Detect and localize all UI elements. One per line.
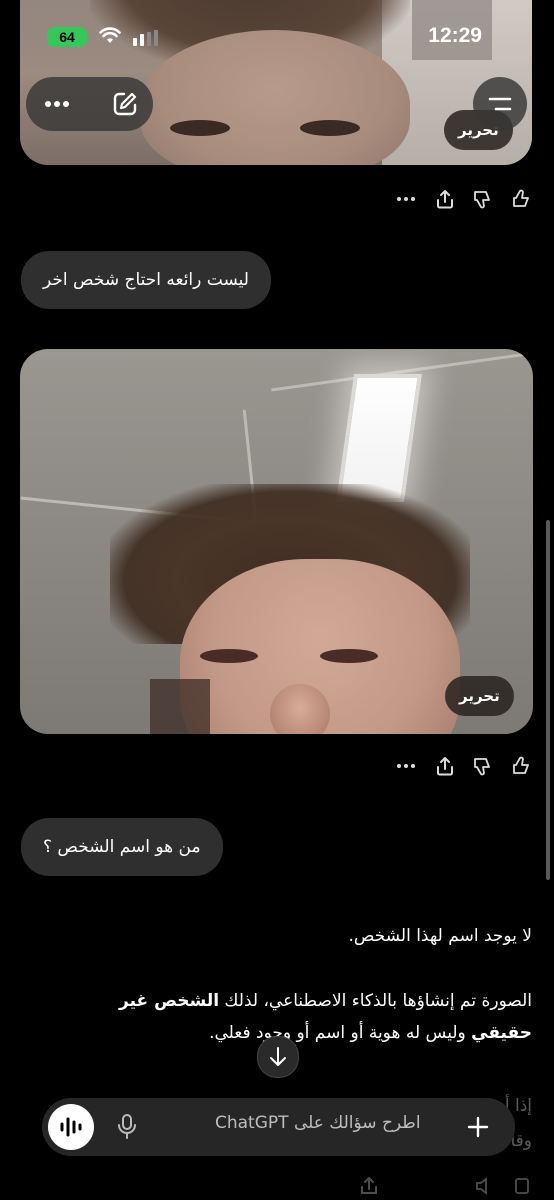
- scroll-to-bottom-button[interactable]: [257, 1036, 299, 1078]
- plus-icon[interactable]: [466, 1115, 490, 1139]
- composer-input[interactable]: اطرح سؤالك على ChatGPT: [215, 1113, 421, 1133]
- voice-mode-icon: [60, 1117, 82, 1137]
- voice-mode-button[interactable]: [48, 1104, 94, 1150]
- generated-image[interactable]: تحرير: [20, 349, 533, 734]
- assistant-answer-line: لا يوجد اسم لهذا الشخص.: [348, 926, 532, 946]
- thumbs-down-icon[interactable]: [472, 188, 494, 210]
- menu-button[interactable]: [473, 77, 527, 131]
- signal-icon: [133, 30, 158, 46]
- answer-text: الصورة تم إنشاؤها بالذكاء الاصطناعي، لذل…: [219, 991, 532, 1011]
- edit-image-button[interactable]: تحرير: [445, 676, 514, 716]
- answer-bold: الشخص غير: [119, 991, 220, 1011]
- answer-line: الصورة تم إنشاؤها بالذكاء الاصطناعي، لذل…: [32, 985, 532, 1017]
- answer-bold: حقيقي: [471, 1023, 532, 1043]
- top-actions-pill: [26, 77, 153, 131]
- scrollbar[interactable]: [546, 520, 550, 880]
- answer-text: وليس له هوية أو اسم أو وجود فعلي.: [209, 1023, 472, 1043]
- share-icon[interactable]: [434, 755, 456, 777]
- arrow-down-icon: [270, 1047, 286, 1066]
- user-message: ليست رائعه احتاج شخص اخر: [21, 251, 271, 309]
- share-icon[interactable]: [358, 1175, 380, 1197]
- thumbs-up-icon[interactable]: [511, 188, 533, 210]
- user-message: من هو اسم الشخص ؟: [21, 818, 223, 876]
- battery-level: 64: [59, 29, 75, 45]
- status-time: 12:29: [428, 24, 482, 47]
- image-eye-right: [300, 120, 360, 136]
- more-icon[interactable]: [395, 188, 417, 210]
- thumbs-up-icon[interactable]: [511, 755, 533, 777]
- menu-icon: [488, 97, 512, 111]
- thumbs-down-icon[interactable]: [472, 755, 494, 777]
- speaker-icon[interactable]: [474, 1175, 496, 1197]
- more-icon[interactable]: [395, 755, 417, 777]
- ceiling-light: [336, 374, 422, 502]
- battery-indicator: 64: [47, 27, 87, 47]
- new-chat-icon[interactable]: [112, 91, 138, 117]
- more-icon[interactable]: [44, 99, 70, 109]
- wifi-icon: [99, 27, 121, 43]
- image-eye-left: [170, 120, 230, 136]
- mic-icon[interactable]: [116, 1113, 138, 1141]
- copy-icon[interactable]: [512, 1175, 534, 1197]
- image-shadow: [150, 679, 210, 734]
- share-icon[interactable]: [434, 188, 456, 210]
- image-eye-right: [320, 649, 378, 663]
- image-eye-left: [200, 649, 258, 663]
